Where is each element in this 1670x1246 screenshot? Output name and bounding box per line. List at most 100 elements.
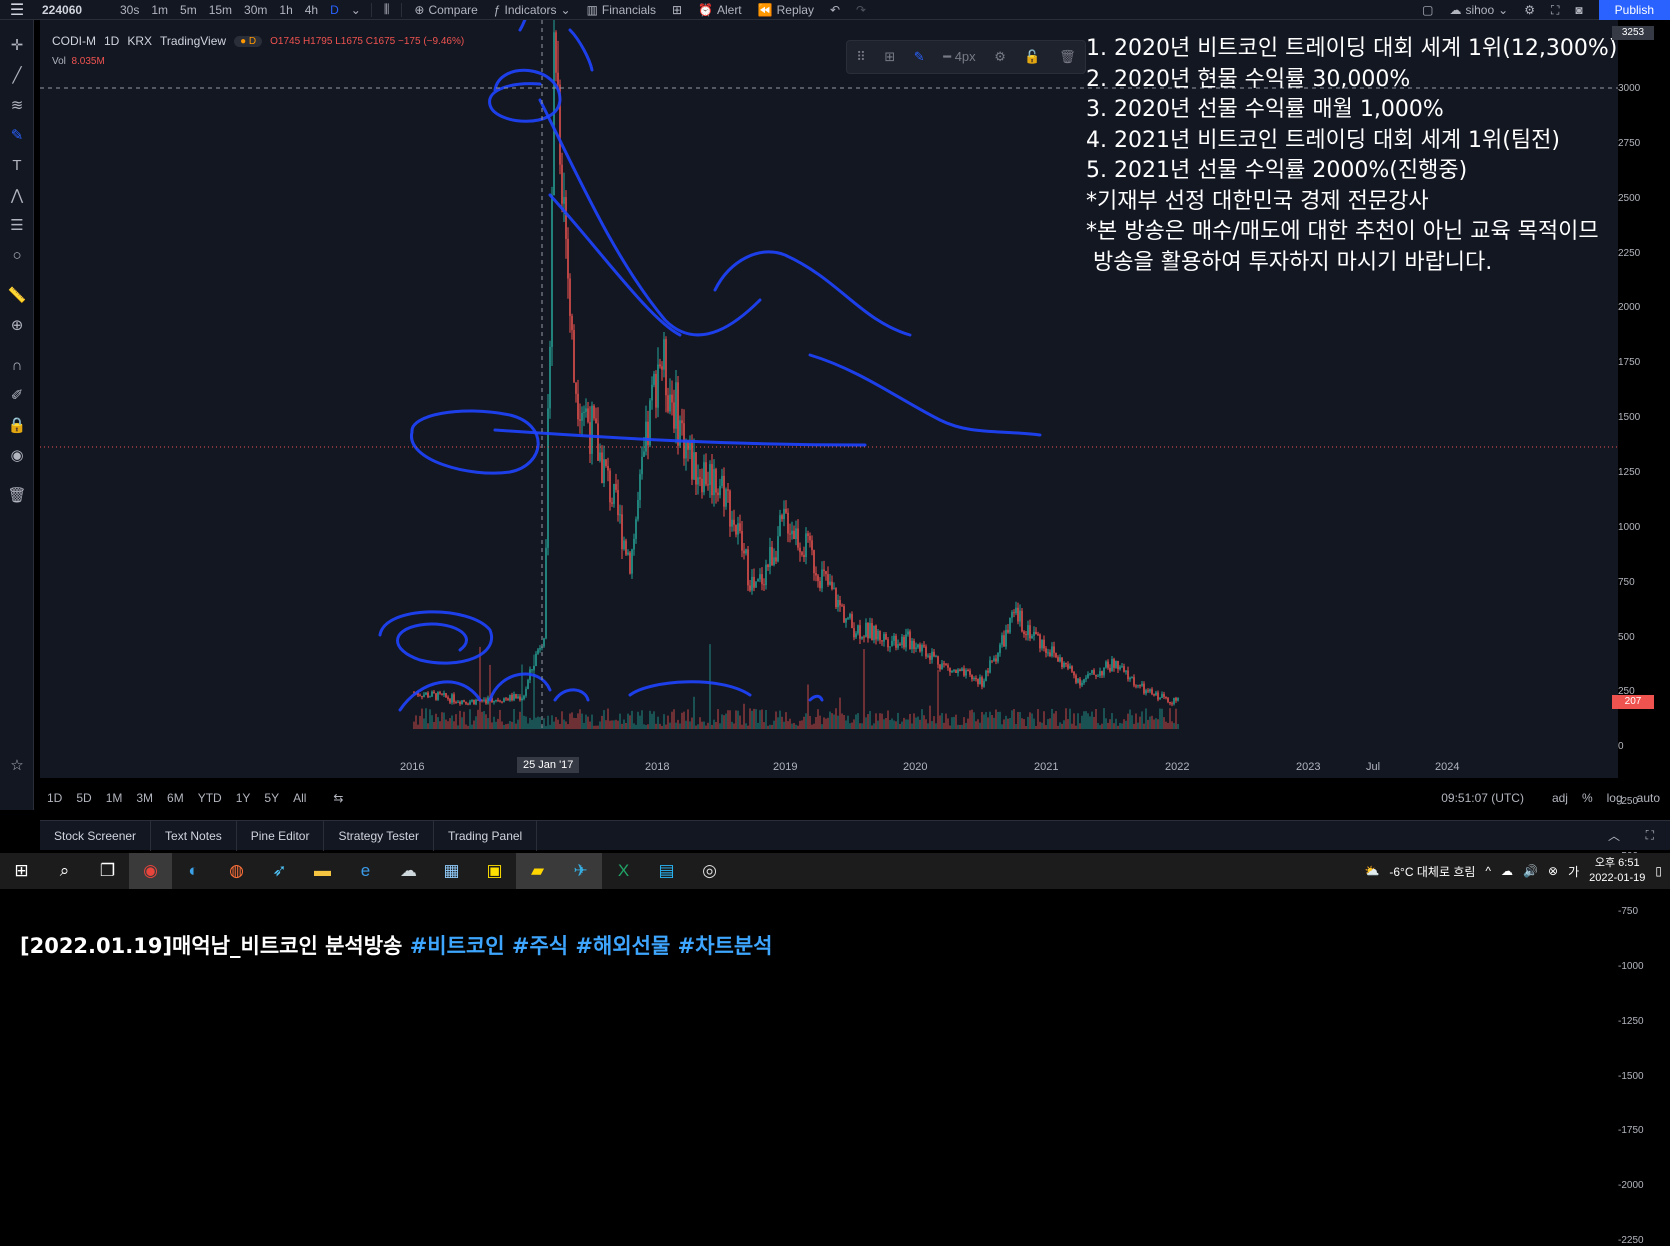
edge-icon[interactable]: ◐ [172, 853, 215, 889]
network-icon[interactable]: ☁ [1501, 864, 1513, 878]
lock-icon[interactable]: 🔓 [1024, 49, 1040, 65]
pattern-icon[interactable]: ⋀ [0, 182, 34, 208]
layouts-button[interactable]: ⊞ [664, 3, 690, 17]
telegram-icon[interactable]: ✈ [559, 853, 602, 889]
task-view-icon[interactable]: ❐ [86, 853, 129, 889]
maximize-icon[interactable]: ⛶ [1646, 828, 1654, 843]
interval-5m[interactable]: 5m [174, 3, 203, 17]
compare-button[interactable]: ⊕ Compare [406, 3, 485, 17]
interval-30s[interactable]: 30s [114, 3, 145, 17]
range-5Y[interactable]: 5Y [257, 791, 286, 805]
chevron-up-icon[interactable]: ︿ [1608, 827, 1620, 844]
range-1D[interactable]: 1D [40, 791, 69, 805]
price-axis[interactable]: 3500300027502500225020001750150012501000… [1610, 26, 1660, 1246]
app-icon[interactable]: ☁ [387, 853, 430, 889]
kakaotalk-icon[interactable]: ▣ [473, 853, 516, 889]
zoom-icon[interactable]: ⊕ [0, 312, 34, 338]
replay-button[interactable]: ⏪ Replay [750, 3, 822, 17]
magnet-icon[interactable]: ∩ [0, 352, 34, 378]
interval-1m[interactable]: 1m [145, 3, 174, 17]
text-icon[interactable]: T [0, 152, 34, 178]
volume-icon[interactable]: 🔊 [1523, 864, 1538, 878]
windows-start-icon[interactable]: ⊞ [0, 853, 43, 889]
weather-text[interactable]: -6°C 대체로 흐림 [1389, 863, 1475, 880]
taskbar-clock[interactable]: 오후 6:51 2022-01-19 [1589, 856, 1645, 886]
obs-icon[interactable]: ◎ [688, 853, 731, 889]
internet-explorer-icon[interactable]: e [344, 853, 387, 889]
indicators-button[interactable]: ƒ Indicators ⌄ [486, 3, 579, 17]
star-icon[interactable]: ☆ [0, 752, 34, 778]
range-1M[interactable]: 1M [99, 791, 130, 805]
chrome-icon[interactable]: ◉ [129, 853, 172, 889]
range-5D[interactable]: 5D [69, 791, 98, 805]
undo-button[interactable]: ↶ [822, 3, 848, 17]
scale-option-percent[interactable]: % [1582, 791, 1593, 805]
time-axis[interactable]: 2016 2018 2019 2020 2021 2022 2023 Jul 2024 25 Ja… [40, 757, 1620, 777]
bottom-tab[interactable]: Pine Editor [237, 820, 325, 851]
shape-icon[interactable]: ○ [0, 242, 34, 268]
goto-date-icon[interactable]: ⇆ [333, 791, 343, 805]
search-icon[interactable]: ⌕ [43, 853, 86, 889]
firefox-icon[interactable]: ◍ [215, 853, 258, 889]
interval-30m[interactable]: 30m [238, 3, 273, 17]
fullscreen-button[interactable]: ⛶ [1543, 3, 1567, 18]
trendline-icon[interactable]: ╱ [0, 62, 34, 88]
brush-icon[interactable]: ✎ [0, 122, 34, 148]
bird-app-icon[interactable]: ➶ [258, 853, 301, 889]
scale-option-log[interactable]: log [1607, 791, 1623, 805]
chevron-up-icon[interactable]: ^ [1485, 864, 1491, 878]
menu-icon[interactable]: ☰ [0, 0, 34, 20]
caption-tags[interactable]: #비트코인 #주식 #해외선물 #차트분석 [410, 934, 773, 958]
financials-button[interactable]: ▥ Financials [579, 3, 664, 17]
template-icon[interactable]: ⊞ [884, 49, 895, 65]
app-icon[interactable]: ▤ [645, 853, 688, 889]
chevron-down-icon[interactable]: ⌄ [345, 3, 367, 17]
scale-option-auto[interactable]: auto [1637, 791, 1660, 805]
settings-button[interactable]: ⚙ [1516, 3, 1543, 17]
legend-symbol[interactable]: CODI-M [52, 34, 96, 48]
range-All[interactable]: All [286, 791, 313, 805]
trash-icon[interactable]: 🗑 [1059, 49, 1076, 65]
calculator-icon[interactable]: ▦ [430, 853, 473, 889]
ruler-icon[interactable]: 📏 [0, 282, 34, 308]
redo-button[interactable]: ↷ [848, 3, 874, 17]
pencil-icon[interactable]: ✎ [914, 49, 925, 65]
range-1Y[interactable]: 1Y [229, 791, 258, 805]
file-explorer-icon[interactable]: ▬ [301, 853, 344, 889]
bottom-tab[interactable]: Stock Screener [40, 820, 152, 851]
stay-drawing-icon[interactable]: ✐ [0, 382, 34, 408]
trash-icon[interactable]: 🗑 [0, 482, 34, 508]
bottom-tab[interactable]: Strategy Tester [324, 820, 434, 851]
line-width-button[interactable]: ━ 4px [943, 49, 975, 65]
sticky-notes-icon[interactable]: ▰ [516, 853, 559, 889]
interval-D[interactable]: D [324, 3, 345, 17]
forecast-icon[interactable]: ☰ [0, 212, 34, 238]
excel-icon[interactable]: X [602, 853, 645, 889]
utc-clock[interactable]: 09:51:07 (UTC) [1441, 791, 1524, 805]
range-3M[interactable]: 3M [129, 791, 160, 805]
pitchfork-icon[interactable]: ≋ [0, 92, 34, 118]
range-6M[interactable]: 6M [160, 791, 191, 805]
interval-4h[interactable]: 4h [299, 3, 324, 17]
interval-1h[interactable]: 1h [273, 3, 298, 17]
chart-type-button[interactable]: ⫼ [376, 2, 398, 17]
bottom-tab[interactable]: Trading Panel [434, 820, 538, 851]
range-YTD[interactable]: YTD [191, 791, 229, 805]
notification-icon[interactable]: ▯ [1655, 864, 1662, 878]
drag-handle-icon[interactable]: ⠿ [856, 49, 866, 65]
crosshair-icon[interactable]: ✛ [0, 32, 34, 58]
bottom-tab[interactable]: Text Notes [151, 820, 237, 851]
close-circle-icon[interactable]: ⊗ [1548, 864, 1558, 878]
ime-icon[interactable]: 가 [1568, 863, 1579, 880]
fullscreen-layout-button[interactable]: ▢ [1414, 3, 1441, 17]
snapshot-button[interactable]: ◙ [1567, 3, 1590, 17]
user-menu[interactable]: ☁ sihoo ⌄ [1441, 3, 1516, 17]
alert-button[interactable]: ⏰ Alert [690, 3, 750, 17]
interval-15m[interactable]: 15m [203, 3, 238, 17]
publish-button[interactable]: Publish [1598, 0, 1670, 20]
lock-icon[interactable]: 🔒 [0, 412, 34, 438]
gear-icon[interactable]: ⚙ [994, 49, 1006, 65]
eye-icon[interactable]: ◉ [0, 442, 34, 468]
scale-option-adj[interactable]: adj [1552, 791, 1568, 805]
symbol-search[interactable]: 224060 [34, 3, 114, 17]
